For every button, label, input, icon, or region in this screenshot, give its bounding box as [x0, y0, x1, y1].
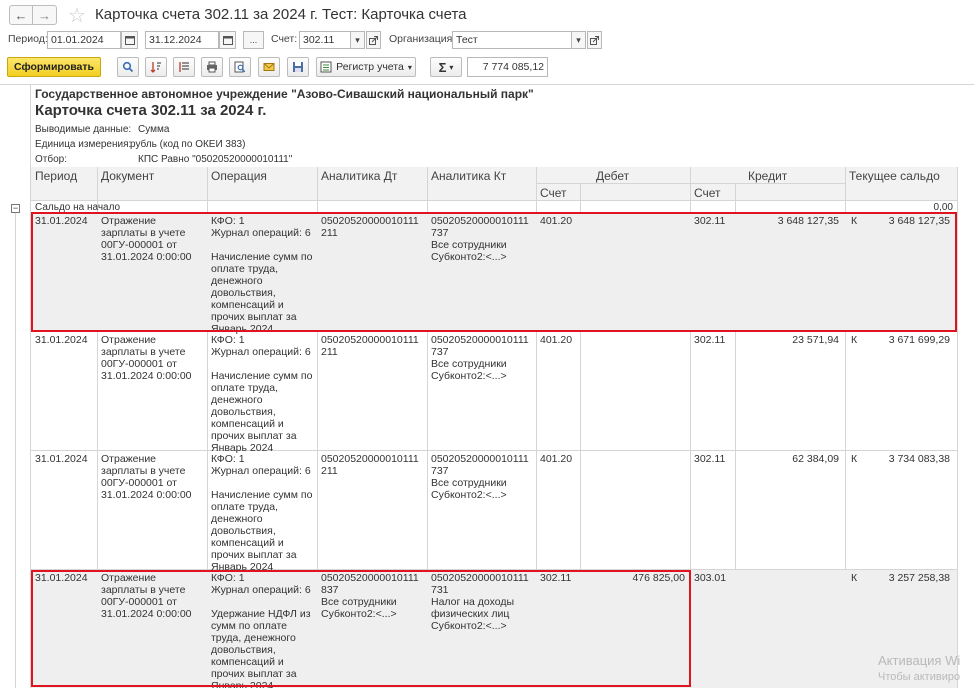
preview-button[interactable]: [229, 57, 251, 77]
account-open-button[interactable]: [366, 31, 381, 49]
organization-open-button[interactable]: [587, 31, 602, 49]
activation-watermark-text: Чтобы активиро: [878, 671, 961, 683]
report-organization: Государственное автономное учреждение "А…: [35, 87, 534, 101]
cell-analytics-dt: 05020520000010111 211: [321, 334, 419, 358]
period-select-button[interactable]: ...: [243, 31, 264, 49]
register-button-label: Регистр учета: [336, 61, 404, 73]
print-button[interactable]: [201, 57, 223, 77]
filter-row: Период: 01.01.2024 31.12.2024 ... Счет: …: [0, 31, 974, 49]
cell-credit-account: 302.11: [694, 453, 726, 465]
cell-balance: 3 257 258,38: [888, 572, 950, 584]
cell-document: Отражение зарплаты в учете 00ГУ-000001 о…: [101, 453, 192, 501]
chevron-down-icon: ▾: [576, 34, 581, 45]
generate-button[interactable]: Сформировать: [7, 57, 101, 77]
cell-balance: 3 734 083,38: [888, 453, 950, 465]
calendar-icon: [222, 36, 233, 45]
search-icon: [122, 61, 134, 73]
register-button[interactable]: Регистр учета ▾: [316, 57, 416, 77]
cell-debit-account: 401.20: [540, 453, 573, 465]
cell-operation: КФО: 1 Журнал операций: 6 Начисление сум…: [211, 334, 313, 454]
list-icon: [179, 62, 189, 72]
title-bar: ← → ☆ Карточка счета 302.11 за 2024 г. Т…: [0, 0, 974, 30]
column-document: Документ: [101, 169, 155, 183]
cell-date: 31.01.2024: [35, 334, 88, 346]
sum-icon: Σ: [438, 59, 447, 75]
cell-analytics-kt: 05020520000010111 737 Все сотрудники Суб…: [431, 334, 529, 382]
star-icon[interactable]: ☆: [68, 3, 86, 28]
highlight-frame-row-1: [31, 212, 957, 332]
filter-label: Отбор:: [35, 154, 67, 165]
collapse-toggle[interactable]: −: [11, 204, 20, 213]
sort-icon: [150, 62, 161, 73]
unit-label: Единица измерения:: [35, 139, 132, 150]
column-operation: Операция: [211, 169, 267, 183]
save-icon: [293, 62, 303, 72]
cell-document: Отражение зарплаты в учете 00ГУ-000001 о…: [101, 334, 192, 382]
activation-watermark-title: Активация Wi: [878, 653, 961, 668]
cell-analytics-dt: 05020520000010111 211: [321, 453, 419, 477]
filter-value: КПС Равно "05020520000010111": [138, 154, 293, 165]
account-label: Счет:: [271, 33, 298, 45]
chevron-down-icon: ▾: [355, 34, 360, 45]
arrow-right-icon: →: [38, 7, 51, 23]
save-button[interactable]: [287, 57, 309, 77]
column-balance: Текущее сальдо: [849, 169, 940, 183]
preview-icon: [234, 61, 246, 73]
sum-field: 7 774 085,12: [467, 57, 548, 77]
account-input[interactable]: 302.11: [299, 31, 351, 49]
open-icon: [369, 35, 378, 45]
cell-balance: 3 671 699,29: [888, 334, 950, 346]
column-debit-account: Счет: [540, 186, 567, 200]
unit-value: рубль (код по ОКЕИ 383): [130, 139, 246, 150]
print-icon: [207, 61, 217, 73]
organization-dropdown-button[interactable]: ▾: [572, 31, 586, 49]
cell-credit-account: 302.11: [694, 334, 726, 346]
cell-credit-amount: 62 384,09: [792, 453, 839, 465]
search-button[interactable]: [117, 57, 139, 77]
date-to-calendar-button[interactable]: [219, 31, 236, 49]
open-icon: [590, 35, 599, 45]
column-debit: Дебет: [596, 169, 630, 183]
window-title: Карточка счета 302.11 за 2024 г. Тест: К…: [95, 6, 467, 23]
output-value: Сумма: [138, 124, 170, 135]
output-label: Выводимые данные:: [35, 124, 132, 135]
column-credit-account: Счет: [694, 186, 721, 200]
email-icon: [263, 63, 275, 71]
date-from-input[interactable]: 01.01.2024: [47, 31, 121, 49]
cell-date: 31.01.2024: [35, 453, 88, 465]
account-dropdown-button[interactable]: ▾: [351, 31, 365, 49]
date-from-calendar-button[interactable]: [121, 31, 138, 49]
cell-credit-account: 303.01: [694, 572, 727, 584]
organization-label: Организация:: [389, 33, 456, 45]
period-label: Период:: [8, 33, 48, 45]
forward-button[interactable]: →: [33, 5, 57, 25]
email-button[interactable]: [258, 57, 280, 77]
calendar-icon: [124, 36, 135, 45]
column-analytics-kt: Аналитика Кт: [431, 169, 507, 183]
column-period: Период: [35, 169, 78, 183]
date-to-input[interactable]: 31.12.2024: [145, 31, 219, 49]
sum-mode-button[interactable]: Σ ▾: [430, 57, 462, 77]
sort-button[interactable]: [145, 57, 167, 77]
report-title: Карточка счета 302.11 за 2024 г.: [35, 102, 267, 119]
grouping-button[interactable]: [173, 57, 195, 77]
chevron-down-icon: ▾: [407, 62, 412, 72]
cell-operation: КФО: 1 Журнал операций: 6 Начисление сум…: [211, 453, 313, 573]
column-analytics-dt: Аналитика Дт: [321, 169, 398, 183]
highlight-frame-row-4: [31, 570, 691, 687]
cell-credit-amount: 23 571,94: [792, 334, 839, 346]
column-credit: Кредит: [748, 169, 788, 183]
back-button[interactable]: ←: [9, 5, 33, 25]
chevron-down-icon: ▾: [449, 62, 454, 72]
arrow-left-icon: ←: [14, 7, 28, 23]
cell-analytics-kt: 05020520000010111 737 Все сотрудники Суб…: [431, 453, 529, 501]
organization-input[interactable]: Тест: [452, 31, 572, 49]
cell-debit-account: 401.20: [540, 334, 573, 346]
register-icon: [320, 61, 332, 73]
